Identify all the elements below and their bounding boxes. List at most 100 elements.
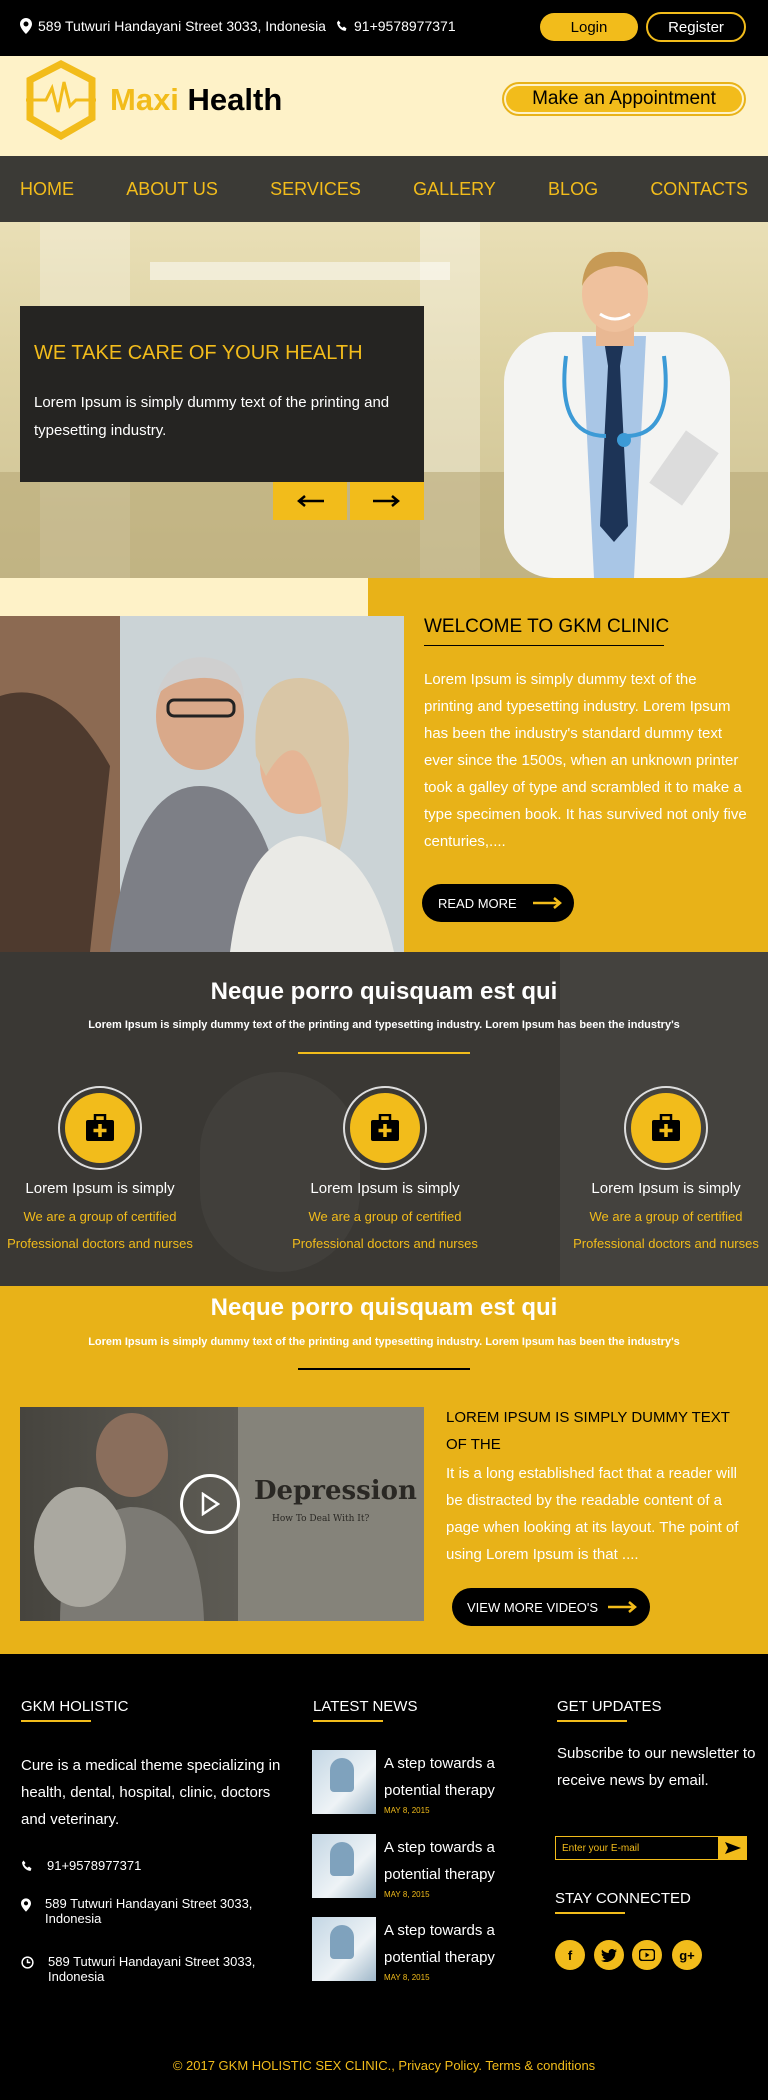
nav-about-us[interactable]: ABOUT US — [126, 179, 218, 200]
welcome-gap — [0, 578, 368, 616]
footer-col3-underline — [557, 1720, 627, 1722]
copyright-text: © 2017 GKM HOLISTIC SEX CLINIC., Privacy… — [172, 2058, 596, 2073]
appointment-button[interactable]: Make an Appointment — [502, 82, 746, 116]
medical-kit-icon — [371, 1114, 399, 1141]
arrow-left-icon — [297, 495, 324, 507]
main-nav: HOME ABOUT US SERVICES GALLERY BLOG CONT… — [0, 156, 768, 222]
footer-col2-title: LATEST NEWS — [313, 1698, 418, 1715]
feature-card: Lorem Ipsum is simply We are a group of … — [571, 1086, 761, 1257]
logo-icon[interactable] — [24, 60, 98, 140]
news-date: MAY 8, 2015 — [384, 1890, 430, 1899]
news-item[interactable]: A step towards a potential therapy MAY 8,… — [312, 1917, 512, 1982]
welcome-text: Lorem Ipsum is simply dummy text of the … — [424, 671, 747, 850]
feature-icon-bg — [631, 1093, 701, 1163]
subscribe-text: Subscribe to our newsletter to receive n… — [557, 1745, 756, 1789]
top-address-text: 589 Tutwuri Handayani Street 3033, Indon… — [38, 18, 326, 34]
arrow-right-icon — [608, 1601, 638, 1613]
video-section-subtitle: Lorem Ipsum is simply dummy text of the … — [88, 1336, 680, 1348]
feature-title: Lorem Ipsum is simply — [25, 1180, 175, 1197]
google-plus-icon[interactable]: g+ — [672, 1940, 702, 1970]
feature-text: We are a group of certified Professional… — [573, 1209, 759, 1251]
video-section-title: Neque porro quisquam est qui — [210, 1294, 558, 1321]
feature-icon-ring — [343, 1086, 427, 1170]
video-thumb-subtitle: How To Deal With It? — [272, 1514, 370, 1524]
news-title: A step towards a potential therapy — [384, 1839, 495, 1883]
medical-kit-icon — [652, 1114, 680, 1141]
clock-icon — [21, 1956, 34, 1969]
feature-text: We are a group of certified Professional… — [292, 1209, 478, 1251]
brand-maxi: Maxi — [110, 82, 179, 117]
footer-col2-underline — [313, 1720, 383, 1722]
play-button[interactable] — [180, 1474, 240, 1534]
phone-icon — [22, 1860, 32, 1871]
news-item[interactable]: A step towards a potential therapy MAY 8,… — [312, 1750, 512, 1815]
footer-phone: 91+9578977371 — [21, 1858, 291, 1873]
top-address: 589 Tutwuri Handayani Street 3033, Indon… — [20, 18, 326, 34]
footer-about: Cure is a medical theme specializing in … — [21, 1757, 281, 1828]
news-date: MAY 8, 2015 — [384, 1973, 430, 1982]
read-more-label: READ MORE — [438, 895, 517, 911]
twitter-icon[interactable] — [594, 1940, 624, 1970]
news-title: A step towards a potential therapy — [384, 1922, 495, 1966]
feature-icon-bg — [65, 1093, 135, 1163]
top-phone-text: 91+9578977371 — [354, 18, 456, 34]
read-more-button[interactable]: READ MORE — [422, 884, 574, 922]
features-subtitle: Lorem Ipsum is simply dummy text of the … — [88, 1019, 680, 1031]
view-more-videos-button[interactable]: VIEW MORE VIDEO'S — [452, 1588, 650, 1626]
appointment-label: Make an Appointment — [506, 86, 742, 112]
news-title: A step towards a potential therapy — [384, 1755, 495, 1799]
slider-prev-button[interactable] — [273, 482, 347, 520]
features-divider — [298, 1052, 470, 1054]
location-pin-icon — [20, 18, 32, 34]
top-phone: 91+9578977371 — [336, 18, 456, 34]
login-button[interactable]: Login — [540, 13, 638, 41]
nav-home[interactable]: HOME — [20, 179, 74, 200]
nav-contacts[interactable]: CONTACTS — [650, 179, 748, 200]
medical-kit-icon — [86, 1114, 114, 1141]
news-item[interactable]: A step towards a potential therapy MAY 8,… — [312, 1834, 512, 1899]
stay-connected-title: STAY CONNECTED — [555, 1890, 691, 1907]
news-thumbnail — [312, 1834, 376, 1898]
doctor-image — [504, 251, 730, 578]
feature-icon-ring — [58, 1086, 142, 1170]
news-date: MAY 8, 2015 — [384, 1806, 430, 1815]
slider-next-button[interactable] — [350, 482, 424, 520]
footer-phone-text: 91+9578977371 — [47, 1858, 142, 1873]
couple-image — [0, 616, 404, 952]
video-thumb-title: Depression — [254, 1476, 417, 1506]
hero-title: WE TAKE CARE OF YOUR HEALTH — [34, 342, 363, 364]
play-icon — [201, 1492, 220, 1516]
location-pin-icon — [21, 1898, 31, 1912]
footer-address-text: 589 Tutwuri Handayani Street 3033, Indon… — [45, 1896, 253, 1926]
feature-text: We are a group of certified Professional… — [7, 1209, 193, 1251]
nav-services[interactable]: SERVICES — [270, 179, 361, 200]
news-thumbnail — [312, 1917, 376, 1981]
hero-textbox: WE TAKE CARE OF YOUR HEALTH Lorem Ipsum … — [20, 306, 424, 482]
arrow-right-icon — [373, 495, 400, 507]
feature-card: Lorem Ipsum is simply We are a group of … — [5, 1086, 195, 1257]
video-heading: LOREM IPSUM IS SIMPLY DUMMY TEXT OF THE — [446, 1409, 730, 1453]
phone-icon — [337, 20, 347, 31]
footer-col3-title: GET UPDATES — [557, 1698, 662, 1715]
send-icon — [724, 1842, 741, 1854]
stay-connected-underline — [555, 1912, 625, 1914]
arrow-right-icon — [532, 897, 562, 909]
facebook-icon[interactable]: f — [555, 1940, 585, 1970]
register-button[interactable]: Register — [646, 12, 746, 42]
nav-blog[interactable]: BLOG — [548, 179, 598, 200]
feature-icon-bg — [350, 1093, 420, 1163]
youtube-icon[interactable] — [632, 1940, 662, 1970]
subscribe-button[interactable] — [718, 1836, 747, 1860]
video-text: It is a long established fact that a rea… — [446, 1465, 739, 1563]
feature-title: Lorem Ipsum is simply — [591, 1180, 741, 1197]
feature-title: Lorem Ipsum is simply — [310, 1180, 460, 1197]
view-more-label: VIEW MORE VIDEO'S — [467, 1599, 599, 1615]
footer-address-2: 589 Tutwuri Handayani Street 3033, Indon… — [21, 1954, 291, 1984]
feature-icon-ring — [624, 1086, 708, 1170]
nav-gallery[interactable]: GALLERY — [413, 179, 496, 200]
brand-health: Health — [187, 82, 283, 117]
footer-address-2-text: 589 Tutwuri Handayani Street 3033, Indon… — [48, 1954, 256, 1984]
features-title: Neque porro quisquam est qui — [210, 978, 558, 1005]
hero-bg-ceiling — [150, 262, 450, 280]
news-thumbnail — [312, 1750, 376, 1814]
